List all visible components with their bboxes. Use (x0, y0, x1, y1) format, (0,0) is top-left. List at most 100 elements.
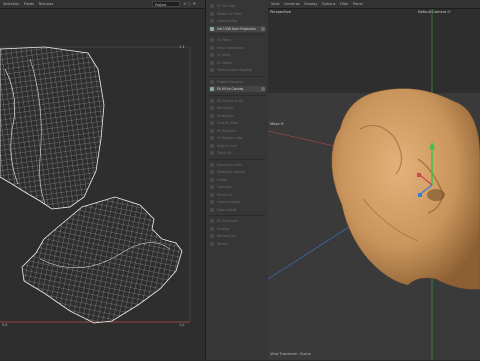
viewport-scene (267, 9, 480, 360)
command-item[interactable]: Distribute Islands (209, 169, 266, 175)
command-icon (210, 45, 214, 50)
uv-editor-canvas[interactable]: 1,1 0,0 1,0 (0, 9, 205, 360)
command-icon (210, 38, 214, 42)
options-dot-icon[interactable] (261, 26, 265, 31)
command-icon (210, 162, 214, 167)
command-item[interactable]: Unwrap (209, 226, 266, 232)
command-icon (210, 68, 214, 72)
command-item[interactable]: UV Match (209, 60, 266, 66)
viewport-camera-name[interactable]: Default Camera ⟳ (418, 10, 451, 14)
command-item[interactable]: UV Relax (209, 37, 266, 43)
menu-options[interactable]: Options (322, 0, 336, 8)
command-label: Grid UV Shell (217, 121, 239, 125)
menu-view[interactable]: View (271, 0, 280, 8)
command-item[interactable]: Mirror UV (209, 192, 266, 198)
command-item[interactable]: Fit Polygons Big (209, 135, 266, 141)
command-icon (210, 192, 214, 197)
move-tool-label: Move ⟳ (270, 122, 284, 126)
command-icon (210, 234, 214, 238)
menu-panel[interactable]: Panel (353, 0, 363, 8)
command-icon (210, 241, 214, 246)
command-label: Fit Polygons (217, 128, 236, 133)
command-icon (210, 185, 214, 189)
command-label: Fit UV to Canvas (217, 87, 244, 91)
3d-viewport[interactable]: Perspective Default Camera ⟳ Move ⟳ View… (267, 9, 480, 360)
command-item[interactable]: Fit Polygons (209, 128, 266, 134)
command-item[interactable]: Texture View Mapping (209, 67, 266, 73)
command-icon (210, 79, 214, 84)
uv-mesh-drawing (0, 46, 191, 324)
command-icon (210, 98, 214, 103)
command-item[interactable]: Align to Grid (209, 143, 266, 149)
viewport-menubar: View Cameras Display Options Filter Pane… (268, 0, 480, 9)
command-label: Set UVW from Projection (217, 26, 257, 31)
command-item[interactable]: Rotate UV Shell (209, 11, 266, 17)
command-item[interactable]: Project Mapping (209, 79, 266, 85)
command-item[interactable]: Pack Islands (209, 207, 266, 213)
menu-fields[interactable]: Fields (24, 0, 34, 8)
command-label: Rotate UV Shell (217, 11, 242, 16)
command-item[interactable]: Optimize (209, 184, 266, 190)
command-item[interactable]: Equalize to Grid (209, 162, 266, 168)
command-icon (210, 151, 214, 155)
command-item[interactable]: Grid UV Shell (209, 120, 266, 126)
uv-editor-toolbar-icons[interactable]: ⊕ ▢ ✥ (183, 1, 205, 7)
command-label: Normalize (217, 106, 234, 110)
command-icon (210, 207, 214, 212)
command-item[interactable]: Layout Islands (209, 199, 266, 205)
command-label: Layout Islands (217, 200, 240, 204)
command-label: Mirror UV (217, 192, 232, 197)
command-icon (210, 136, 214, 140)
command-item[interactable]: Optimal Map (209, 18, 266, 24)
viewport-sky (268, 9, 480, 93)
command-item[interactable]: Set UVW from Projection (209, 25, 266, 32)
command-item[interactable]: Normalize (209, 105, 266, 111)
viewport-view-name[interactable]: Perspective (270, 10, 291, 14)
command-item[interactable]: UV Set Size (209, 3, 266, 9)
menu-textures[interactable]: Textures (38, 0, 53, 8)
command-label: Terrain (217, 241, 228, 246)
command-icon (210, 226, 214, 231)
command-icon (210, 106, 214, 110)
command-label: Fit Canvas to UV (217, 98, 244, 103)
command-item[interactable]: UV Transform (209, 218, 266, 224)
command-label: UV Weld (217, 53, 231, 57)
command-separator (209, 34, 266, 35)
command-icon (210, 87, 214, 91)
command-item[interactable]: Relax Interactive (209, 45, 266, 51)
command-icon (210, 143, 214, 148)
menu-selection[interactable]: Selection (3, 0, 20, 8)
command-item[interactable]: Normal Size (209, 233, 266, 239)
command-item[interactable]: Terrain (209, 241, 266, 247)
options-dot-icon[interactable] (261, 87, 265, 91)
command-label: Unwrap (217, 226, 230, 231)
command-label: Optimal Map (217, 19, 238, 23)
command-separator (209, 158, 266, 160)
menu-cameras[interactable]: Cameras (284, 0, 300, 8)
uv-commands-panel: UV Set Size Rotate UV Shell Optimal Map Set… (205, 0, 270, 360)
viewport-footer: View Transform: Scene (270, 352, 311, 356)
menu-filter[interactable]: Filter (340, 0, 349, 8)
sculpt-mesh (331, 88, 480, 290)
uv-island-lower (21, 196, 183, 324)
command-icon (210, 170, 214, 174)
uv-coord-bottom-left: 0,0 (2, 323, 8, 327)
command-label: Pack Islands (217, 207, 237, 212)
command-item[interactable]: Stitch UV (209, 150, 266, 156)
uv-editor-menubar: Selection Fields Textures Project (0, 0, 205, 9)
command-label: Equalize to Grid (217, 162, 243, 167)
project-select[interactable]: Project (152, 1, 180, 7)
command-icon (210, 219, 214, 223)
command-item[interactable]: Fit Canvas to UV (209, 98, 266, 104)
command-item[interactable]: UV Weld (209, 52, 266, 58)
command-label: Project Mapping (217, 79, 243, 84)
command-item[interactable]: Fit UV to Canvas (209, 86, 266, 92)
uv-island-upper (0, 46, 105, 210)
command-label: UV Relax (217, 38, 232, 42)
command-item[interactable]: Straighten (209, 113, 266, 119)
command-label: Straighten (217, 113, 234, 118)
command-icon (210, 200, 214, 204)
command-icon (210, 19, 214, 23)
menu-display[interactable]: Display (304, 0, 317, 8)
command-item[interactable]: Unfold (209, 177, 266, 183)
